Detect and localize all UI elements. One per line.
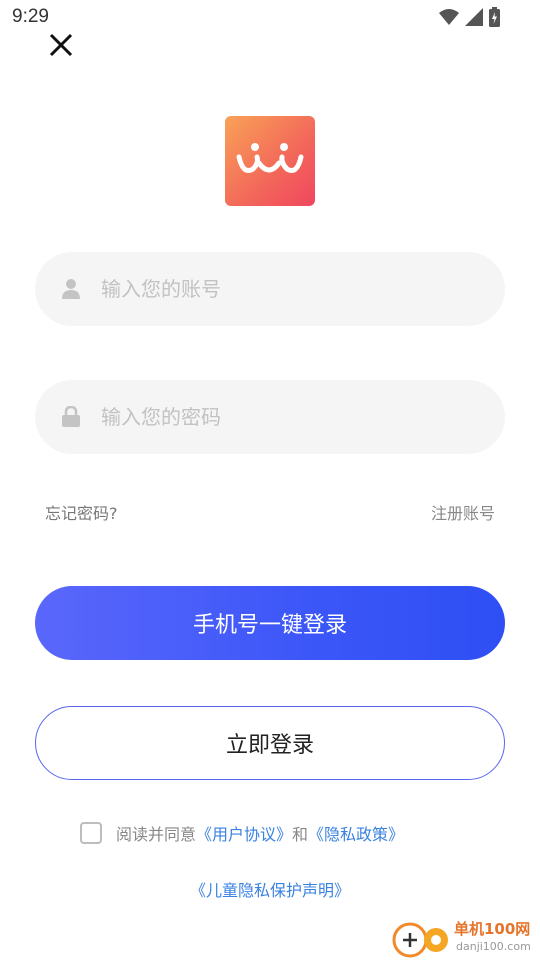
password-input[interactable]	[101, 405, 461, 429]
password-field[interactable]	[35, 380, 505, 454]
register-link[interactable]: 注册账号	[431, 500, 495, 524]
lock-icon	[61, 406, 81, 428]
account-input[interactable]	[101, 277, 461, 301]
privacy-policy-link[interactable]: 《隐私政策》	[308, 821, 404, 845]
user-agreement-link[interactable]: 《用户协议》	[196, 821, 292, 845]
phone-login-button[interactable]: 手机号一键登录	[35, 586, 505, 660]
status-time: 9:29	[12, 6, 49, 27]
battery-icon	[489, 7, 500, 27]
signal-icon	[465, 8, 483, 26]
watermark-logo-icon	[392, 922, 448, 958]
close-button[interactable]	[44, 28, 78, 62]
wifi-icon	[439, 9, 459, 25]
agreement-row: 阅读并同意 《用户协议》 和 《隐私政策》	[80, 820, 404, 846]
status-icons	[439, 7, 500, 27]
account-field[interactable]	[35, 252, 505, 326]
user-icon	[61, 278, 81, 300]
agreement-checkbox[interactable]	[80, 822, 102, 844]
watermark-domain: danji100.com	[456, 940, 531, 953]
forgot-password-link[interactable]: 忘记密码?	[45, 500, 118, 524]
close-icon	[49, 33, 73, 57]
agreement-and: 和	[292, 825, 309, 844]
status-bar: 9:29	[0, 0, 540, 36]
logo-mark-icon	[236, 143, 304, 173]
watermark: 单机100网 danji100.com	[390, 916, 540, 960]
watermark-brand: 单机100网	[454, 920, 531, 938]
app-logo	[225, 116, 315, 206]
agreement-prefix: 阅读并同意	[116, 825, 197, 844]
child-privacy-link[interactable]: 《儿童隐私保护声明》	[0, 877, 540, 901]
login-button[interactable]: 立即登录	[35, 706, 505, 780]
